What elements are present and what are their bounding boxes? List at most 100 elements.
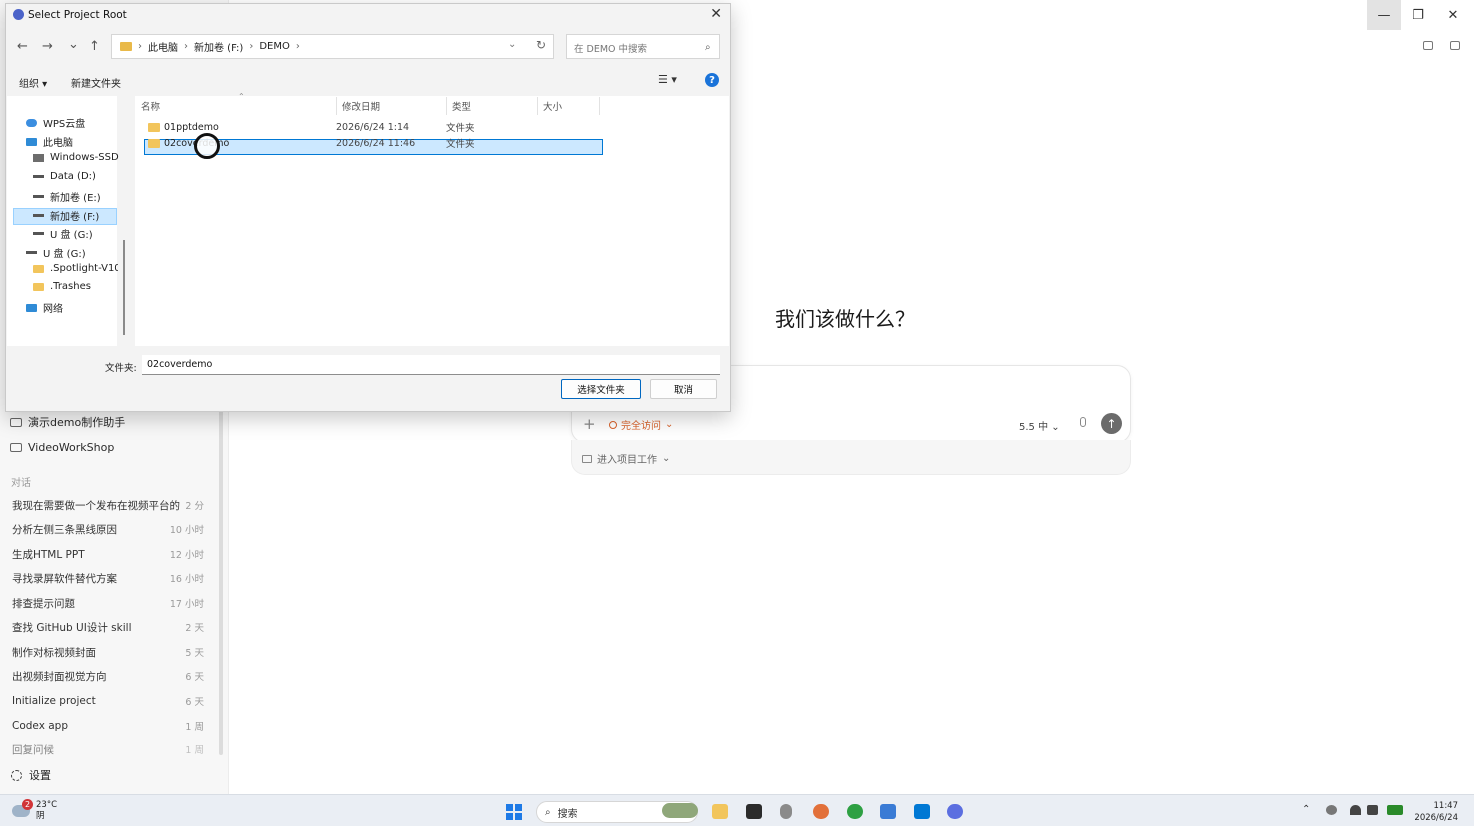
terminal-icon[interactable] [746, 804, 762, 819]
microphone-icon[interactable] [1080, 417, 1086, 427]
breadcrumb-item[interactable]: 新加卷 (F:) [194, 39, 243, 54]
tree-label: 新加卷 (E:) [50, 193, 101, 204]
project-label: 演示demo制作助手 [28, 416, 126, 429]
wifi-icon[interactable] [1350, 805, 1361, 815]
address-bar[interactable]: › 此电脑 › 新加卷 (F:) › DEMO › [111, 34, 554, 59]
search-input[interactable]: 在 DEMO 中搜索 [566, 34, 720, 59]
tree-item[interactable]: U 盘 (G:) [26, 245, 86, 260]
conversation-item[interactable]: 出视频封面视觉方向 6 天 [12, 666, 204, 686]
layout-icon[interactable] [1450, 41, 1460, 50]
search-highlight-image[interactable] [662, 803, 698, 818]
settings-button[interactable]: 设置 [11, 767, 51, 783]
folder-name-field[interactable] [142, 355, 720, 375]
add-attachment-button[interactable]: + [583, 415, 596, 433]
minimize-button[interactable]: — [1367, 0, 1401, 30]
conversation-item[interactable]: 查找 GitHub UI设计 skill 2 天 [12, 617, 204, 637]
drive-icon [33, 153, 44, 162]
cancel-button[interactable]: 取消 [650, 379, 717, 399]
microphone-app-icon[interactable] [780, 804, 792, 819]
tray-app-icon[interactable] [1326, 805, 1337, 815]
send-button[interactable]: ↑ [1101, 413, 1122, 434]
help-icon[interactable]: ? [705, 73, 719, 87]
conversation-item[interactable]: 回复问候 1 周 [12, 739, 204, 759]
conversation-item[interactable]: Initialize project 6 天 [12, 691, 204, 711]
back-button[interactable]: ← [17, 39, 28, 54]
tree-item-selected[interactable]: 新加卷 (F:) [33, 208, 99, 223]
claude-app-icon[interactable] [813, 804, 829, 819]
select-folder-button[interactable]: 选择文件夹 [561, 379, 641, 399]
panel-toggle-icon[interactable] [1423, 41, 1433, 50]
recent-locations-button[interactable]: ⌄ [68, 37, 79, 52]
app-icon[interactable] [880, 804, 896, 819]
sort-ascending-icon: ⌃ [238, 92, 245, 101]
close-button[interactable]: ✕ [1436, 0, 1470, 30]
clock[interactable]: 11:47 2026/6/24 [1412, 800, 1458, 824]
tree-label: 新加卷 (F:) [50, 212, 100, 223]
organize-button[interactable]: 组织 ▾ [19, 75, 47, 90]
codex-app-icon[interactable] [947, 804, 963, 819]
tree-item[interactable]: 此电脑 [26, 134, 73, 149]
refresh-icon[interactable]: ↻ [536, 38, 546, 52]
battery-icon[interactable] [1387, 805, 1403, 815]
speaker-icon[interactable] [1367, 805, 1378, 815]
tree-item[interactable]: WPS云盘 [26, 115, 85, 130]
conversation-title: 生成HTML PPT [12, 548, 85, 561]
navigation-scrollbar[interactable] [123, 240, 125, 335]
tree-item[interactable]: .Spotlight-V100 [33, 263, 118, 274]
tree-item[interactable]: .Trashes [33, 281, 91, 292]
tree-item[interactable]: Data (D:) [33, 171, 96, 182]
tree-item[interactable]: Windows-SSD [33, 152, 119, 163]
address-history-chevron-icon[interactable]: ⌄ [508, 39, 516, 50]
workspace-label: 进入项目工作 [597, 455, 657, 466]
file-date: 2026/6/24 11:46 [336, 137, 416, 149]
breadcrumb-item[interactable]: DEMO [259, 41, 290, 52]
tree-item[interactable]: 网络 [26, 300, 63, 315]
tree-item[interactable]: 新加卷 (E:) [33, 189, 101, 204]
tree-label: U 盘 (G:) [50, 230, 93, 241]
dialog-close-button[interactable]: ✕ [710, 6, 722, 22]
conversation-time: 6 天 [185, 697, 204, 708]
file-row[interactable]: 01pptdemo 2026/6/24 1:14 文件夹 [148, 120, 475, 134]
project-item[interactable]: 演示demo制作助手 [10, 411, 125, 433]
start-button[interactable] [506, 804, 522, 820]
conversation-item[interactable]: Codex app 1 周 [12, 716, 204, 736]
tree-item[interactable]: U 盘 (G:) [33, 226, 93, 241]
column-header-name[interactable]: 名称 [141, 99, 160, 113]
column-header-size[interactable]: 大小 [543, 99, 562, 113]
column-header-type[interactable]: 类型 [452, 99, 471, 113]
conversation-item[interactable]: 排查提示问题 17 小时 [12, 593, 204, 613]
conversation-item[interactable]: 制作对标视频封面 5 天 [12, 642, 204, 662]
model-select[interactable]: 5.5 中 ⌄ [1019, 418, 1060, 433]
workspace-select[interactable]: 进入项目工作 ⌄ [582, 451, 670, 466]
sidebar-scrollbar[interactable] [219, 410, 223, 755]
conversation-item[interactable]: 分析左侧三条黑线原因 10 小时 [12, 519, 204, 539]
conversation-item[interactable]: 生成HTML PPT 12 小时 [12, 544, 204, 564]
vscode-icon[interactable] [914, 804, 930, 819]
info-icon [609, 420, 617, 429]
file-explorer-icon[interactable] [712, 804, 728, 819]
chevron-up-icon[interactable]: ⌃ [1302, 804, 1310, 815]
view-options-button[interactable]: ☰ ▾ [658, 73, 677, 86]
conversation-item[interactable]: 寻找录屏软件替代方案 16 小时 [12, 568, 204, 588]
access-mode-select[interactable]: 完全访问 ⌄ [609, 417, 673, 432]
tree-label: WPS云盘 [43, 119, 86, 130]
breadcrumb-item[interactable]: 此电脑 [148, 39, 178, 54]
forward-button[interactable]: → [42, 39, 53, 54]
up-button[interactable]: ↑ [89, 39, 100, 54]
new-folder-button[interactable]: 新建文件夹 [71, 75, 121, 90]
folder-field-label: 文件夹: [105, 363, 137, 374]
column-divider[interactable] [537, 97, 538, 115]
column-header-date[interactable]: 修改日期 [342, 99, 380, 113]
settings-label: 设置 [29, 769, 51, 782]
column-divider[interactable] [446, 97, 447, 115]
browser-icon[interactable] [847, 804, 863, 819]
column-divider[interactable] [599, 97, 600, 115]
conversation-time: 2 天 [185, 623, 204, 634]
weather-widget[interactable]: 2 23°C 阴 [12, 799, 57, 822]
conversation-item[interactable]: 我现在需要做一个发布在视频平台的 2 分 [12, 495, 204, 515]
project-item[interactable]: VideoWorkShop [10, 436, 114, 458]
network-icon [26, 303, 37, 312]
tree-label: Windows-SSD [50, 152, 119, 163]
column-divider[interactable] [336, 97, 337, 115]
maximize-button[interactable]: ❐ [1401, 0, 1435, 30]
